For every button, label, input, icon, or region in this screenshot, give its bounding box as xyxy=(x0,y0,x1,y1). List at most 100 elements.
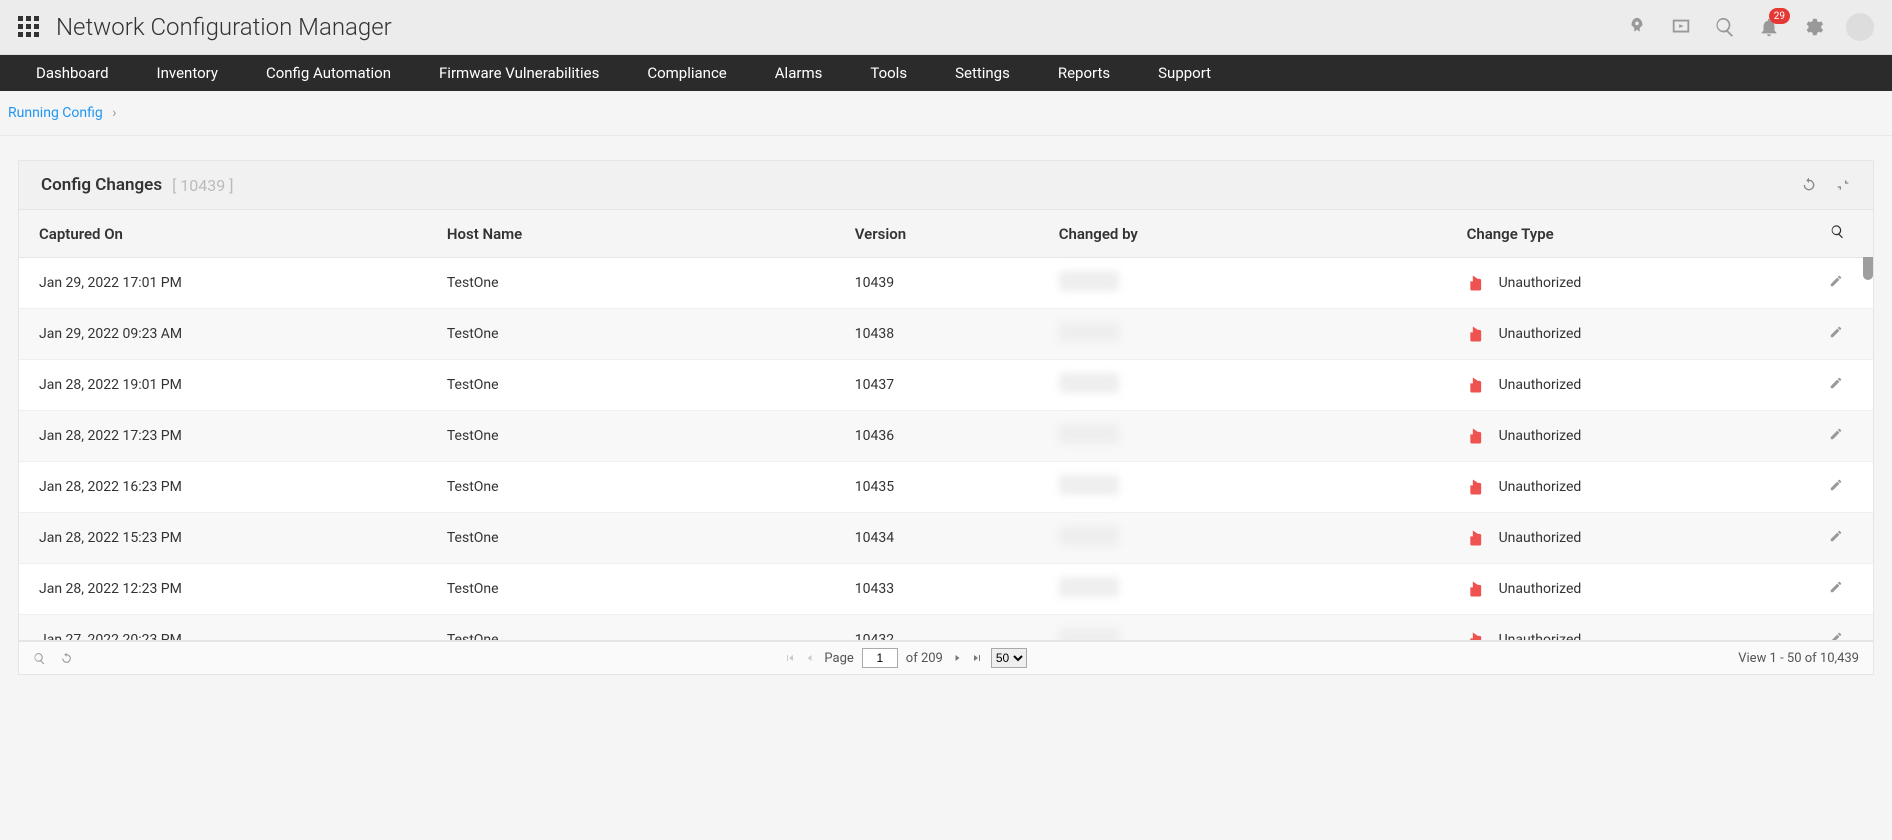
footer-refresh-icon[interactable] xyxy=(60,652,73,665)
cell-change-type: Unauthorized xyxy=(1447,411,1799,462)
edit-icon[interactable] xyxy=(1829,429,1843,445)
nav-support[interactable]: Support xyxy=(1134,55,1235,91)
prev-page-icon[interactable] xyxy=(804,652,816,664)
app-title: Network Configuration Manager xyxy=(56,13,1626,41)
thumbs-down-icon xyxy=(1467,324,1487,344)
pagination: Page of 209 50 xyxy=(73,648,1738,668)
cell-changed-by xyxy=(1039,411,1447,462)
edit-icon[interactable] xyxy=(1829,582,1843,598)
page-of: of 209 xyxy=(906,651,943,666)
page-label: Page xyxy=(824,651,853,666)
edit-icon[interactable] xyxy=(1829,378,1843,394)
nav-inventory[interactable]: Inventory xyxy=(133,55,242,91)
last-page-icon[interactable] xyxy=(971,652,983,664)
table-row[interactable]: Jan 28, 2022 17:23 PMTestOne10436Unautho… xyxy=(19,411,1873,462)
cell-version: 10432 xyxy=(835,615,1039,641)
rocket-icon[interactable] xyxy=(1626,16,1648,38)
col-version[interactable]: Version xyxy=(835,210,1039,258)
cell-change-type: Unauthorized xyxy=(1447,258,1799,309)
col-search xyxy=(1799,210,1873,258)
table-row[interactable]: Jan 28, 2022 16:23 PMTestOne10435Unautho… xyxy=(19,462,1873,513)
nav-settings[interactable]: Settings xyxy=(931,55,1034,91)
footer-left xyxy=(33,652,73,665)
cell-edit xyxy=(1799,462,1873,513)
nav-compliance[interactable]: Compliance xyxy=(623,55,750,91)
nav-alarms[interactable]: Alarms xyxy=(751,55,847,91)
cell-edit xyxy=(1799,513,1873,564)
breadcrumb: Running Config › xyxy=(0,91,1892,136)
thumbs-down-icon xyxy=(1467,273,1487,293)
table-scroll[interactable]: Captured On Host Name Version Changed by… xyxy=(19,210,1873,640)
cell-change-type: Unauthorized xyxy=(1447,564,1799,615)
view-count: View 1 - 50 of 10,439 xyxy=(1738,651,1859,666)
table-footer: Page of 209 50 View 1 - 50 of 10,439 xyxy=(18,641,1874,675)
table-row[interactable]: Jan 28, 2022 12:23 PMTestOne10433Unautho… xyxy=(19,564,1873,615)
col-host-name[interactable]: Host Name xyxy=(427,210,835,258)
cell-edit xyxy=(1799,309,1873,360)
cell-host: TestOne xyxy=(427,462,835,513)
edit-icon[interactable] xyxy=(1829,327,1843,343)
breadcrumb-link[interactable]: Running Config xyxy=(8,105,103,121)
col-captured-on[interactable]: Captured On xyxy=(19,210,427,258)
refresh-icon[interactable] xyxy=(1801,177,1817,193)
collapse-icon[interactable] xyxy=(1835,177,1851,193)
content-panel: Config Changes [ 10439 ] Captured On Hos… xyxy=(18,160,1874,641)
gear-icon[interactable] xyxy=(1802,16,1824,38)
cell-host: TestOne xyxy=(427,411,835,462)
panel-title: Config Changes xyxy=(41,175,162,195)
first-page-icon[interactable] xyxy=(784,652,796,664)
edit-icon[interactable] xyxy=(1829,276,1843,292)
edit-icon[interactable] xyxy=(1829,480,1843,496)
page-input[interactable] xyxy=(862,648,898,668)
cell-host: TestOne xyxy=(427,360,835,411)
col-change-type[interactable]: Change Type xyxy=(1447,210,1799,258)
table-row[interactable]: Jan 29, 2022 09:23 AMTestOne10438Unautho… xyxy=(19,309,1873,360)
cell-version: 10437 xyxy=(835,360,1039,411)
nav-config-automation[interactable]: Config Automation xyxy=(242,55,415,91)
cell-version: 10435 xyxy=(835,462,1039,513)
search-icon[interactable] xyxy=(1714,16,1736,38)
table-row[interactable]: Jan 28, 2022 19:01 PMTestOne10437Unautho… xyxy=(19,360,1873,411)
nav-dashboard[interactable]: Dashboard xyxy=(12,55,133,91)
cell-captured: Jan 29, 2022 17:01 PM xyxy=(19,258,427,309)
cell-changed-by xyxy=(1039,462,1447,513)
cell-change-type: Unauthorized xyxy=(1447,462,1799,513)
cell-changed-by xyxy=(1039,513,1447,564)
cell-host: TestOne xyxy=(427,309,835,360)
table-row[interactable]: Jan 27, 2022 20:23 PMTestOne10432 Unautho… xyxy=(19,615,1873,641)
table-header-row: Captured On Host Name Version Changed by… xyxy=(19,210,1873,258)
cell-captured: Jan 27, 2022 20:23 PM xyxy=(19,615,427,641)
cell-edit xyxy=(1799,411,1873,462)
cell-captured: Jan 28, 2022 15:23 PM xyxy=(19,513,427,564)
edit-icon[interactable] xyxy=(1829,531,1843,547)
cell-change-type: Unauthorized xyxy=(1447,513,1799,564)
cell-host: TestOne xyxy=(427,615,835,641)
panel-actions xyxy=(1801,177,1851,193)
nav-reports[interactable]: Reports xyxy=(1034,55,1134,91)
cell-change-type: Unauthorized xyxy=(1447,615,1799,641)
avatar[interactable] xyxy=(1846,13,1874,41)
cell-host: TestOne xyxy=(427,564,835,615)
nav-firmware[interactable]: Firmware Vulnerabilities xyxy=(415,55,623,91)
page-size-select[interactable]: 50 xyxy=(991,648,1027,668)
panel-header: Config Changes [ 10439 ] xyxy=(19,161,1873,210)
cell-version: 10439 xyxy=(835,258,1039,309)
bell-icon[interactable]: 29 xyxy=(1758,16,1780,38)
cell-edit xyxy=(1799,360,1873,411)
apps-grid-icon[interactable] xyxy=(18,16,40,38)
presentation-icon[interactable] xyxy=(1670,16,1692,38)
nav-tools[interactable]: Tools xyxy=(846,55,931,91)
cell-changed-by xyxy=(1039,258,1447,309)
cell-changed-by xyxy=(1039,360,1447,411)
config-changes-table: Captured On Host Name Version Changed by… xyxy=(19,210,1873,640)
next-page-icon[interactable] xyxy=(951,652,963,664)
top-header: Network Configuration Manager 29 xyxy=(0,0,1892,55)
panel-count: [ 10439 ] xyxy=(172,176,233,195)
footer-search-icon[interactable] xyxy=(33,652,46,665)
cell-change-type: Unauthorized xyxy=(1447,360,1799,411)
table-row[interactable]: Jan 28, 2022 15:23 PMTestOne10434Unautho… xyxy=(19,513,1873,564)
col-changed-by[interactable]: Changed by xyxy=(1039,210,1447,258)
table-row[interactable]: Jan 29, 2022 17:01 PMTestOne10439Unautho… xyxy=(19,258,1873,309)
edit-icon[interactable] xyxy=(1829,633,1843,640)
table-search-icon[interactable] xyxy=(1830,224,1845,239)
